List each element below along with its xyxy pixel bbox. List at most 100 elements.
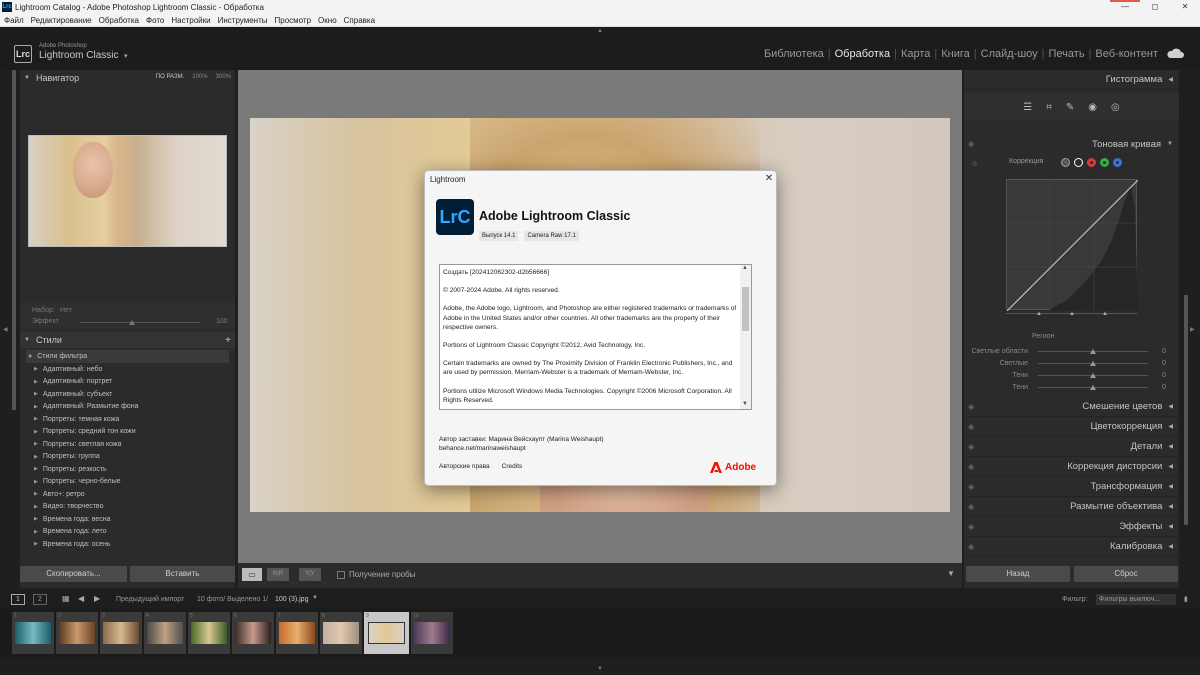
- lights-slider[interactable]: Светлые 0: [970, 357, 1170, 369]
- preset-amount-track[interactable]: [80, 322, 200, 323]
- module-library[interactable]: Библиотека: [764, 48, 824, 60]
- style-group-item[interactable]: ▶ Портреты: резкость: [26, 463, 229, 476]
- preset-amount-knob[interactable]: [129, 320, 135, 325]
- collapse-tone-curve-icon[interactable]: ▼: [1167, 141, 1173, 147]
- transform-header[interactable]: ◉ Трансформация ◀: [964, 477, 1179, 497]
- reset-button[interactable]: Сброс: [1074, 566, 1178, 582]
- zoom-300-option[interactable]: 300%: [216, 74, 231, 80]
- forward-arrow-icon[interactable]: ▶: [94, 594, 100, 603]
- menu-develop[interactable]: Обработка: [99, 16, 139, 25]
- highlights-slider[interactable]: Светлые области 0: [970, 345, 1170, 357]
- main-window-button[interactable]: 1: [11, 594, 25, 605]
- split-knob-3[interactable]: ▲: [1102, 311, 1108, 317]
- collapse-navigator-icon[interactable]: ▼: [24, 75, 30, 81]
- credits-link[interactable]: Credits: [502, 463, 523, 470]
- collapse-styles-icon[interactable]: ▼: [24, 337, 30, 343]
- curve-blue-icon[interactable]: [1113, 158, 1122, 167]
- style-group-item[interactable]: ▶ Времена года: осень: [26, 538, 229, 551]
- right-scrollbar[interactable]: [1184, 295, 1188, 525]
- style-group-item[interactable]: ▶ Времена года: лето: [26, 526, 229, 539]
- tone-curve-visibility-icon[interactable]: ◉: [968, 140, 974, 148]
- expand-icon[interactable]: ◀: [1168, 403, 1173, 410]
- menu-window[interactable]: Окно: [318, 16, 337, 25]
- style-group-item[interactable]: ▶ Портреты: светлая кожа: [26, 438, 229, 451]
- detail-header[interactable]: ◉ Детали ◀: [964, 437, 1179, 457]
- menu-view[interactable]: Просмотр: [275, 16, 312, 25]
- zoom-fit-option[interactable]: ПО РАЗМ.: [156, 74, 184, 80]
- copy-settings-button[interactable]: Скопировать...: [20, 566, 127, 582]
- parametric-curve-icon[interactable]: [1061, 158, 1070, 167]
- soft-proof-checkbox[interactable]: [337, 571, 345, 579]
- split-knob-1[interactable]: ▲: [1036, 311, 1042, 317]
- maximize-button[interactable]: ◻: [1140, 0, 1170, 14]
- filmstrip-thumb[interactable]: 3: [100, 612, 142, 654]
- style-group-item[interactable]: ▶ Адаптивный: Размытие фона: [26, 401, 229, 414]
- style-group-item[interactable]: ▶ Портреты: группа: [26, 451, 229, 464]
- masking-icon[interactable]: ◎: [1111, 102, 1120, 113]
- styles-header[interactable]: ▼ Стили +: [20, 332, 235, 348]
- collapse-right-panel-icon[interactable]: ▶: [1190, 326, 1195, 333]
- tone-curve-graph[interactable]: [1006, 179, 1139, 312]
- lens-blur-header[interactable]: ◉ Размытие объектива ◀: [964, 497, 1179, 517]
- file-dropdown-icon[interactable]: ▼: [312, 595, 318, 601]
- histogram-header[interactable]: Гистограмма ◀: [964, 70, 1179, 90]
- filter-switch-icon[interactable]: ▮: [1184, 595, 1188, 603]
- before-after-lr-button[interactable]: R|R: [267, 568, 289, 581]
- style-group-item[interactable]: ▶ Адаптивный: портрет: [26, 376, 229, 389]
- module-print[interactable]: Печать: [1049, 48, 1085, 60]
- filmstrip-thumb[interactable]: 1: [12, 612, 54, 654]
- visibility-icon[interactable]: ◉: [968, 403, 974, 411]
- style-group-item[interactable]: ▶ Портреты: темная кожа: [26, 413, 229, 426]
- add-style-icon[interactable]: +: [225, 335, 231, 346]
- color-mixer-header[interactable]: ◉ Смешение цветов ◀: [964, 397, 1179, 417]
- expand-icon[interactable]: ◀: [1168, 423, 1173, 430]
- module-book[interactable]: Книга: [941, 48, 970, 60]
- second-window-button[interactable]: 2: [33, 594, 47, 605]
- filmstrip-thumb[interactable]: 7: [276, 612, 318, 654]
- split-knob-2[interactable]: ▲: [1069, 311, 1075, 317]
- filmstrip-thumb[interactable]: 5: [188, 612, 230, 654]
- source-label[interactable]: Предыдущий импорт: [116, 596, 184, 603]
- scroll-up-icon[interactable]: ▲: [742, 265, 748, 271]
- visibility-icon[interactable]: ◉: [968, 483, 974, 491]
- slider-knob[interactable]: [1090, 384, 1096, 390]
- curve-rgb-icon[interactable]: [1074, 158, 1083, 167]
- paste-settings-button[interactable]: Вставить: [130, 566, 235, 582]
- style-group-item[interactable]: ▶ Портреты: средний тон кожи: [26, 426, 229, 439]
- module-web[interactable]: Веб-контент: [1095, 48, 1158, 60]
- expand-icon[interactable]: ◀: [1168, 543, 1173, 550]
- legal-text-box[interactable]: Создать [202412062302-d2b56666] © 2007-2…: [439, 264, 752, 410]
- crop-icon[interactable]: ⌗: [1046, 102, 1052, 113]
- module-map[interactable]: Карта: [901, 48, 930, 60]
- filmstrip-thumb[interactable]: 8: [320, 612, 362, 654]
- calibration-header[interactable]: ◉ Калибровка ◀: [964, 537, 1179, 557]
- filmstrip-thumb-selected[interactable]: 9: [364, 612, 409, 654]
- menu-settings[interactable]: Настройки: [171, 16, 210, 25]
- visibility-icon[interactable]: ◉: [968, 423, 974, 431]
- module-slideshow[interactable]: Слайд-шоу: [981, 48, 1038, 60]
- slider-knob[interactable]: [1090, 360, 1096, 366]
- previous-button[interactable]: Назад: [966, 566, 1070, 582]
- red-eye-icon[interactable]: ◉: [1088, 102, 1097, 113]
- shadows-slider[interactable]: Тени 0: [970, 381, 1170, 393]
- visibility-icon[interactable]: ◉: [968, 463, 974, 471]
- module-develop[interactable]: Обработка: [835, 48, 890, 60]
- filmstrip-thumb[interactable]: 6: [232, 612, 274, 654]
- targeted-adjust-icon[interactable]: ◎: [972, 160, 977, 167]
- expand-icon[interactable]: ◀: [1168, 443, 1173, 450]
- collapse-left-panel-icon[interactable]: ◀: [3, 326, 8, 333]
- left-scrollbar[interactable]: [12, 70, 16, 410]
- navigator-thumbnail[interactable]: [28, 135, 227, 247]
- menu-help[interactable]: Справка: [344, 16, 375, 25]
- expand-icon[interactable]: ◀: [1168, 463, 1173, 470]
- filmstrip-thumb[interactable]: 10: [411, 612, 453, 654]
- edit-sliders-icon[interactable]: ☰: [1023, 102, 1032, 113]
- filter-dropdown[interactable]: Фильтры выключ...: [1096, 594, 1176, 605]
- collapse-top-panel-icon[interactable]: ▲: [596, 28, 604, 34]
- menu-file[interactable]: Файл: [4, 16, 24, 25]
- dialog-close-button[interactable]: ✕: [763, 173, 775, 184]
- lens-corrections-header[interactable]: ◉ Коррекция дисторсии ◀: [964, 457, 1179, 477]
- close-window-button[interactable]: ✕: [1170, 0, 1200, 14]
- identity-dropdown-icon[interactable]: ▾: [124, 52, 128, 60]
- cloud-sync-icon[interactable]: [1165, 46, 1185, 60]
